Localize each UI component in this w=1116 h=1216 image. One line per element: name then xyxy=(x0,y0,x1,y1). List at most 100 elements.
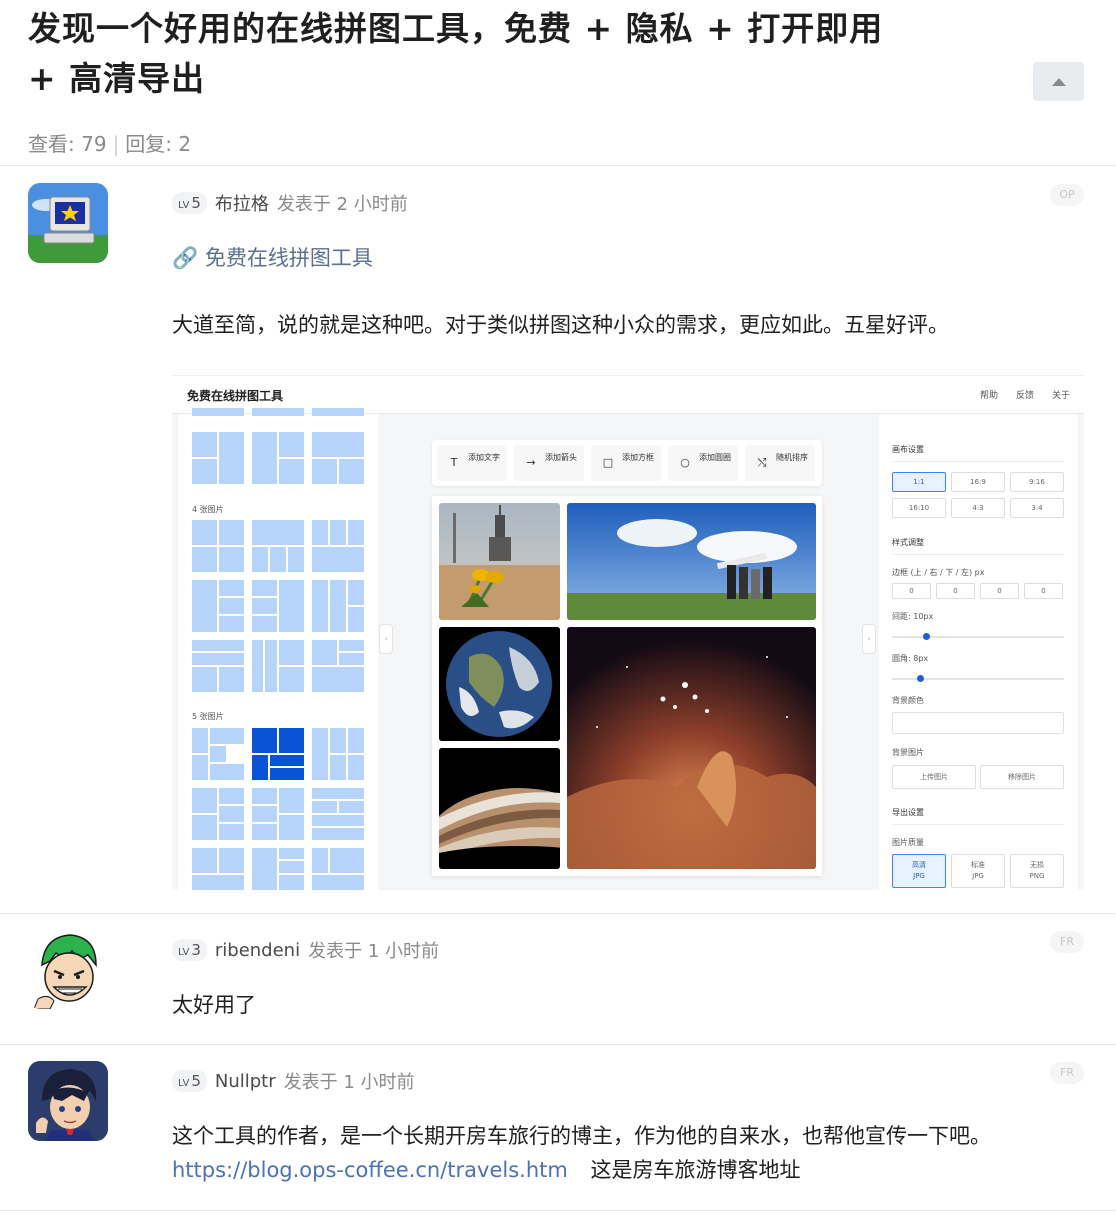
photo-jupiter[interactable] xyxy=(439,748,560,869)
layout-template[interactable] xyxy=(312,788,364,840)
layout-template[interactable] xyxy=(192,580,244,632)
layout-template[interactable] xyxy=(312,848,364,890)
avatar[interactable] xyxy=(28,1061,108,1141)
layout-template[interactable] xyxy=(252,848,304,890)
collapse-left-button[interactable]: ‹ xyxy=(379,624,393,654)
slider-knob[interactable] xyxy=(923,633,931,640)
divider xyxy=(892,824,1064,825)
tool-link[interactable]: 🔗 免费在线拼图工具 xyxy=(172,241,373,275)
canvas-toolbar: T 添加文字 → 添加箭头 □ 添加方框 ○ 添加圆圈 ⤭ 随机排序 xyxy=(432,440,822,486)
quality-lossless-png[interactable]: 无损 PNG xyxy=(1010,854,1064,888)
layout-template[interactable] xyxy=(252,788,304,840)
post-3: LV 5 Nullptr 发表于 1 小时前 FR 这个工具的作者，是一个长期开房… xyxy=(0,1045,1116,1211)
layout-template[interactable] xyxy=(192,728,244,780)
photo-nebula[interactable] xyxy=(567,627,816,869)
remove-image-button[interactable]: 移除图片 xyxy=(980,765,1064,789)
scroll-to-top-button[interactable] xyxy=(1033,62,1084,101)
post-meta: LV 5 布拉格 发表于 2 小时前 xyxy=(172,190,408,216)
layout-template-selected[interactable] xyxy=(252,728,304,780)
photo-people-field[interactable] xyxy=(567,503,816,620)
level-badge: LV 5 xyxy=(172,1070,207,1092)
bg-color-label: 背景颜色 xyxy=(892,696,924,705)
layout-template[interactable] xyxy=(312,520,364,572)
nav-feedback[interactable]: 反馈 xyxy=(1016,388,1034,401)
layout-template[interactable] xyxy=(312,580,364,632)
shuffle-button[interactable]: ⤭ 随机排序 xyxy=(745,445,815,481)
thread-title: 发现一个好用的在线拼图工具，免费 + 隐私 + 打开即用 + 高清导出 xyxy=(28,9,884,98)
ratio-9-16[interactable]: 9:16 xyxy=(1010,472,1064,492)
border-top-input[interactable]: 0 xyxy=(892,583,931,599)
export-settings-heading: 导出设置 xyxy=(892,808,924,817)
border-right-input[interactable]: 0 xyxy=(936,583,975,599)
upload-image-button[interactable]: 上传图片 xyxy=(892,765,976,789)
gap-slider[interactable] xyxy=(892,633,1064,640)
quality-std-jpg[interactable]: 标准 JPG xyxy=(951,854,1005,888)
nav-about[interactable]: 关于 xyxy=(1052,388,1070,401)
bg-color-input[interactable] xyxy=(892,712,1064,734)
canvas-settings-heading: 画布设置 xyxy=(892,445,924,454)
border-left-input[interactable]: 0 xyxy=(1024,583,1063,599)
ratio-16-10[interactable]: 16:10 xyxy=(892,498,946,518)
quality-hd-jpg[interactable]: 高清 JPG xyxy=(892,854,946,888)
layout-template[interactable] xyxy=(252,432,304,484)
post-time: 发表于 2 小时前 xyxy=(276,194,408,215)
ratio-4-3[interactable]: 4:3 xyxy=(951,498,1005,518)
post-time: 发表于 1 小时前 xyxy=(283,1072,415,1093)
avatar[interactable] xyxy=(28,183,108,263)
photo-rocket-flower[interactable] xyxy=(439,503,560,620)
layout-template[interactable] xyxy=(252,520,304,572)
collapse-right-button[interactable]: ‹ xyxy=(862,624,876,654)
layout-template[interactable] xyxy=(192,788,244,840)
layout-template[interactable] xyxy=(192,848,244,890)
ratio-16-9[interactable]: 16:9 xyxy=(951,472,1005,492)
layout-template[interactable] xyxy=(192,640,244,692)
fr-badge: FR xyxy=(1050,931,1084,953)
add-box-button[interactable]: □ 添加方框 xyxy=(591,445,661,481)
app-title: 免费在线拼图工具 xyxy=(187,389,284,403)
layout-template[interactable] xyxy=(312,728,364,780)
author-name[interactable]: 布拉格 xyxy=(215,190,269,216)
group-label-4: 4 张图片 xyxy=(192,505,224,514)
layout-template[interactable] xyxy=(312,432,364,484)
author-name[interactable]: Nullptr xyxy=(215,1071,276,1092)
style-adjust-heading: 样式调整 xyxy=(892,538,924,547)
author-name[interactable]: ribendeni xyxy=(215,940,300,961)
quality-label: 图片质量 xyxy=(892,838,924,847)
photo-earth[interactable] xyxy=(439,627,560,741)
border-bottom-input[interactable]: 0 xyxy=(980,583,1019,599)
layout-template[interactable] xyxy=(252,580,304,632)
app-topbar: 免费在线拼图工具 帮助 反馈 关于 xyxy=(172,376,1084,414)
embedded-screenshot[interactable]: 免费在线拼图工具 帮助 反馈 关于 4 张图片 5 张图片 ‹ ‹ T 添加文字… xyxy=(172,375,1084,890)
layout-template[interactable] xyxy=(192,432,244,484)
border-label: 边框 (上 / 右 / 下 / 左) px xyxy=(892,568,985,577)
op-badge: OP xyxy=(1050,184,1084,206)
view-count: 查看: 79 xyxy=(28,132,107,156)
layout-template[interactable] xyxy=(312,640,364,692)
shuffle-icon: ⤭ xyxy=(757,456,767,469)
add-arrow-button[interactable]: → 添加箭头 xyxy=(514,445,584,481)
post-body: 大道至简，说的就是这种吧。对于类似拼图这种小众的需求，更应如此。五星好评。 xyxy=(172,313,949,337)
avatar[interactable] xyxy=(28,929,108,1009)
radius-slider[interactable] xyxy=(892,675,1064,682)
app-body: 4 张图片 5 张图片 ‹ ‹ T 添加文字 → 添加箭头 □ 添加方框 ○ 添… xyxy=(172,408,1084,890)
add-text-button[interactable]: T 添加文字 xyxy=(437,445,507,481)
ratio-1-1[interactable]: 1:1 xyxy=(892,472,946,492)
fr-badge: FR xyxy=(1050,1062,1084,1084)
slider-knob[interactable] xyxy=(916,675,924,682)
level-badge: LV 5 xyxy=(172,192,207,214)
layout-template[interactable] xyxy=(312,408,364,418)
blog-url-link[interactable]: https://blog.ops-coffee.cn/travels.htm xyxy=(172,1158,568,1182)
post-meta: LV 3 ribendeni 发表于 1 小时前 xyxy=(172,937,439,963)
layout-template[interactable] xyxy=(252,640,304,692)
nav-help[interactable]: 帮助 xyxy=(980,388,998,401)
collage-canvas[interactable] xyxy=(432,496,822,876)
layout-template[interactable] xyxy=(192,520,244,572)
post-time: 发表于 1 小时前 xyxy=(308,941,439,962)
add-circle-button[interactable]: ○ 添加圆圈 xyxy=(668,445,738,481)
post-body: 这个工具的作者，是一个长期开房车旅行的博主，作为他的自来水，也帮他宣传一下吧。 xyxy=(172,1124,991,1148)
stats-separator: | xyxy=(112,132,120,156)
layout-template[interactable] xyxy=(192,408,244,418)
layout-template[interactable] xyxy=(252,408,304,418)
ratio-3-4[interactable]: 3:4 xyxy=(1010,498,1064,518)
settings-panel: 画布设置 1:1 16:9 9:16 16:10 4:3 3:4 样式调整 边框… xyxy=(879,414,1078,890)
